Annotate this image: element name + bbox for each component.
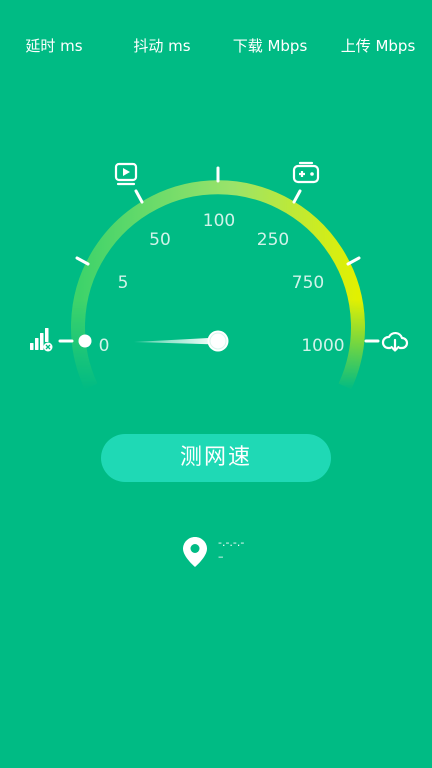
jitter-label: 抖动 ms (133, 37, 191, 55)
location-line-2: – (218, 550, 224, 563)
scale-label-0: 0 (99, 336, 110, 356)
scale-label-250: 250 (257, 230, 289, 250)
scale-label-100: 100 (203, 211, 235, 231)
location-pin-icon (183, 537, 207, 567)
scale-label-750: 750 (292, 273, 324, 293)
gauge-start-dot (78, 334, 92, 348)
location-line-1: -.-.-.- (218, 536, 245, 549)
stats-bar: 延时 ms 抖动 ms 下载 Mbps 上传 Mbps (0, 34, 432, 60)
upload-label: 上传 Mbps (340, 37, 416, 55)
location-text: -.-.-.- – (218, 536, 244, 564)
gauge-needle (134, 330, 229, 352)
speed-test-button[interactable]: 测网速 (101, 434, 331, 482)
cloud-download-icon (381, 331, 409, 352)
signal-icon (30, 328, 53, 352)
video-icon (114, 162, 138, 186)
speed-gauge: 0 5 50 100 250 750 1000 (0, 150, 432, 390)
game-icon (292, 161, 320, 184)
scale-label-1000: 1000 (301, 336, 344, 356)
latency-label: 延时 ms (25, 37, 83, 55)
download-label: 下载 Mbps (232, 37, 308, 55)
scale-label-50: 50 (149, 230, 171, 250)
scale-label-5: 5 (118, 273, 129, 293)
